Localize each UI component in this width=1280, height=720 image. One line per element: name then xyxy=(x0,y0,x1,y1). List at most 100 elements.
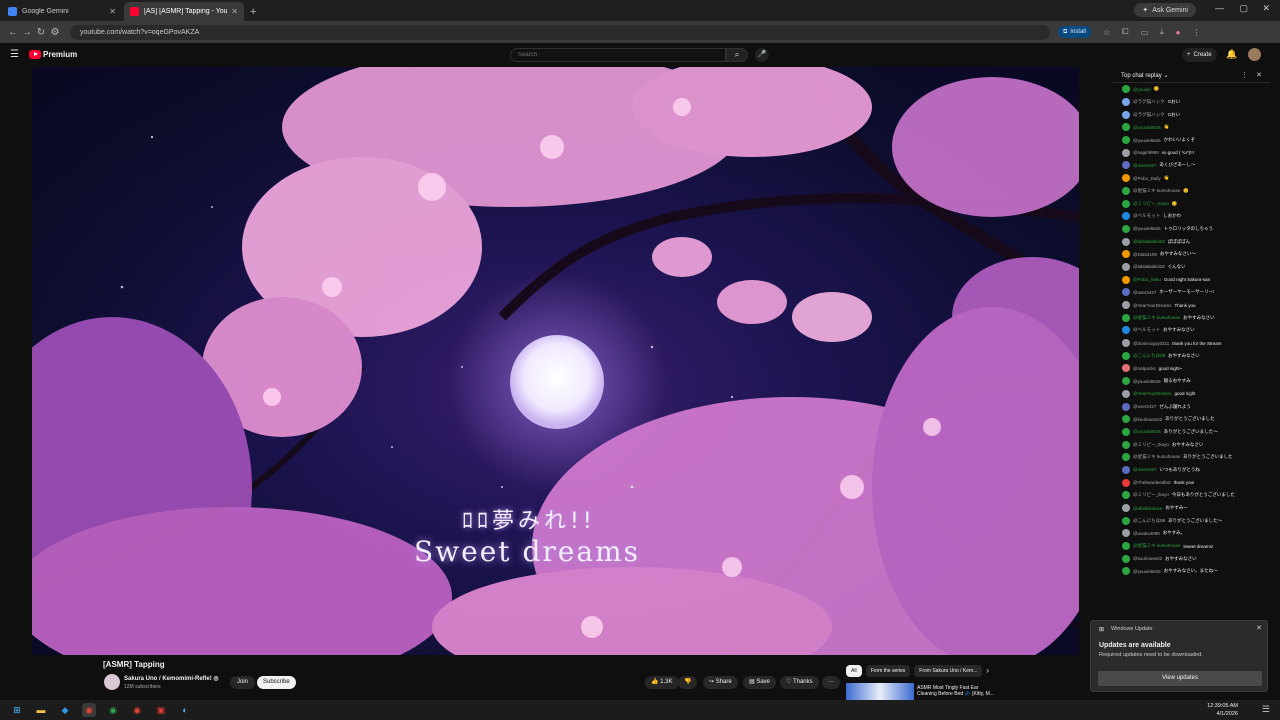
view-updates-button[interactable]: View updates xyxy=(1098,671,1262,686)
chat-user-avatar[interactable] xyxy=(1122,199,1130,208)
close-tab-icon[interactable]: ✕ xyxy=(231,7,238,16)
chat-username[interactable]: @nagiri9999 xyxy=(1133,150,1159,155)
close-window-icon[interactable]: ✕ xyxy=(1262,3,1270,14)
chat-user-avatar[interactable] xyxy=(1122,110,1130,119)
tab-google-gemini[interactable]: Google Gemini ✕ xyxy=(2,2,122,21)
chevron-right-icon[interactable]: › xyxy=(986,665,989,677)
vscode-icon[interactable]: ◆ xyxy=(58,703,72,717)
chat-user-avatar[interactable] xyxy=(1122,377,1130,386)
save-button[interactable]: ▤ Save xyxy=(743,676,777,689)
system-clock[interactable]: 12:39:05 AM 4/1/2026 xyxy=(1207,702,1238,718)
app-red-icon[interactable]: ▣ xyxy=(154,703,168,717)
chrome-alt-icon[interactable]: ◉ xyxy=(130,703,144,717)
chat-username[interactable]: @lalalalalalol18 xyxy=(1133,264,1165,269)
chat-user-avatar[interactable] xyxy=(1122,262,1130,271)
close-notification-icon[interactable]: ✕ xyxy=(1256,624,1262,632)
chat-user-avatar[interactable] xyxy=(1122,389,1130,398)
chat-username[interactable]: @usako4099 xyxy=(1133,531,1160,536)
chat-user-avatar[interactable] xyxy=(1122,313,1130,322)
chat-user-avatar[interactable] xyxy=(1122,250,1130,259)
chat-username[interactable]: @yuuuki6626 xyxy=(1133,569,1161,574)
chat-user-avatar[interactable] xyxy=(1122,98,1130,107)
share-button[interactable]: ↪ Share xyxy=(703,676,738,689)
chat-username[interactable]: @星猫ミキ kumohouse xyxy=(1133,543,1180,549)
chat-user-avatar[interactable] xyxy=(1122,491,1130,500)
steam-icon[interactable]: ◐ xyxy=(178,703,192,717)
chat-user-avatar[interactable] xyxy=(1122,224,1130,233)
chat-username[interactable]: @yuuuki6626 xyxy=(1133,429,1161,434)
chat-username[interactable]: @ラグ猫ハック xyxy=(1133,112,1165,118)
channel-avatar[interactable] xyxy=(104,674,120,690)
like-button[interactable]: 👍 1.3K xyxy=(645,676,679,689)
chat-username[interactable]: @yuuuki6626 xyxy=(1133,226,1161,231)
recommended-video-title[interactable]: ASMR Most Tingly Fast Ear Cleaning Befor… xyxy=(917,685,999,697)
create-button[interactable]: + Create xyxy=(1182,48,1217,62)
chat-username[interactable]: @Thebeardeedbot xyxy=(1133,480,1171,485)
recommended-video-thumbnail[interactable] xyxy=(846,683,914,700)
browser-menu-icon[interactable]: ⋮ xyxy=(1193,28,1201,37)
file-explorer-icon[interactable]: ▬ xyxy=(34,703,48,717)
account-avatar[interactable] xyxy=(1248,48,1261,61)
chat-username[interactable]: @こんにちは98 xyxy=(1133,353,1165,359)
chat-user-avatar[interactable] xyxy=(1122,567,1130,576)
extensions-icon[interactable]: ⧠ xyxy=(1122,27,1128,37)
chat-username[interactable]: @Pobo_Saku xyxy=(1133,277,1161,282)
cast-icon[interactable]: ▭ xyxy=(1141,28,1149,37)
profile-icon[interactable]: ● xyxy=(1176,28,1181,37)
chat-user-avatar[interactable] xyxy=(1122,136,1130,145)
chat-username[interactable]: @allafinitolove xyxy=(1133,506,1162,511)
ask-gemini-button[interactable]: ✦ Ask Gemini xyxy=(1134,3,1196,17)
windows-start-icon[interactable]: ⊞ xyxy=(10,703,24,717)
chat-username[interactable]: @YearYourDreams xyxy=(1133,391,1172,396)
join-button[interactable]: Join xyxy=(230,676,256,689)
chat-username[interactable]: @ミリピー_Ikuyo xyxy=(1133,492,1169,498)
downloads-icon[interactable]: ⤓ xyxy=(1160,27,1164,37)
forward-arrow-icon[interactable]: → xyxy=(20,27,34,38)
chat-user-avatar[interactable] xyxy=(1122,212,1130,221)
chat-username[interactable]: @こんにちは98 xyxy=(1133,518,1165,524)
chat-username[interactable]: @lalalalalalol18 xyxy=(1133,239,1165,244)
chrome-icon[interactable]: ◉ xyxy=(82,703,96,717)
chat-user-avatar[interactable] xyxy=(1122,186,1130,195)
chevron-down-icon[interactable]: ⌄ xyxy=(1163,73,1168,79)
chat-more-icon[interactable]: ⋮ xyxy=(1241,71,1248,79)
chat-user-avatar[interactable] xyxy=(1122,301,1130,310)
chat-username[interactable]: @yuuuki6626 xyxy=(1133,138,1161,143)
hamburger-menu-icon[interactable]: ☰ xyxy=(10,49,19,60)
chip-all[interactable]: All xyxy=(846,665,862,677)
chat-user-avatar[interactable] xyxy=(1122,415,1130,424)
chat-user-avatar[interactable] xyxy=(1122,478,1130,487)
video-player[interactable]: ﾛﾛ夢みれ!! Sweet dreams xyxy=(32,67,1079,655)
chat-user-avatar[interactable] xyxy=(1122,148,1130,157)
dislike-button[interactable]: 👎 xyxy=(678,676,698,689)
chat-username[interactable]: @kuuhouse22 xyxy=(1133,556,1162,561)
chat-user-avatar[interactable] xyxy=(1122,504,1130,513)
chat-username[interactable]: @yuuuki xyxy=(1133,87,1151,92)
back-arrow-icon[interactable]: ← xyxy=(6,27,20,38)
channel-name[interactable]: Sakura Uno / Kemomimi-Refle! ◎ xyxy=(124,675,219,682)
bookmark-star-icon[interactable]: ☆ xyxy=(1103,28,1110,37)
close-tab-icon[interactable]: ✕ xyxy=(109,7,116,16)
search-icon[interactable]: ⌕ xyxy=(726,48,748,62)
youtube-premium-logo[interactable]: Premium xyxy=(29,50,77,59)
search-input[interactable] xyxy=(510,48,726,62)
chat-username[interactable]: @ベルモット xyxy=(1133,327,1160,333)
chat-username[interactable]: @ラグ猫ハック xyxy=(1133,99,1165,105)
chat-user-avatar[interactable] xyxy=(1122,427,1130,436)
chat-user-avatar[interactable] xyxy=(1122,275,1130,284)
chat-user-avatar[interactable] xyxy=(1122,465,1130,474)
install-app-button[interactable]: ⧉ Install xyxy=(1058,26,1091,38)
microphone-icon[interactable]: 🎤 xyxy=(755,48,769,62)
chat-username[interactable]: @user2427 xyxy=(1133,290,1156,295)
chat-user-avatar[interactable] xyxy=(1122,326,1130,335)
chat-user-avatar[interactable] xyxy=(1122,161,1130,170)
chat-username[interactable]: @user2427 xyxy=(1133,467,1156,472)
address-bar[interactable]: youtube.com/watch?v=oqeGPovAKZA xyxy=(70,24,1050,40)
chat-username[interactable]: @Dabi4109 xyxy=(1133,252,1157,257)
chat-username[interactable]: @natpacks xyxy=(1133,366,1156,371)
notifications-bell-icon[interactable]: 🔔 xyxy=(1226,49,1237,60)
chat-username[interactable]: @yuuuki6626 xyxy=(1133,379,1161,384)
chat-user-avatar[interactable] xyxy=(1122,237,1130,246)
chat-username[interactable]: @ミリピー_Ikuyo xyxy=(1133,201,1169,207)
chat-user-avatar[interactable] xyxy=(1122,453,1130,462)
